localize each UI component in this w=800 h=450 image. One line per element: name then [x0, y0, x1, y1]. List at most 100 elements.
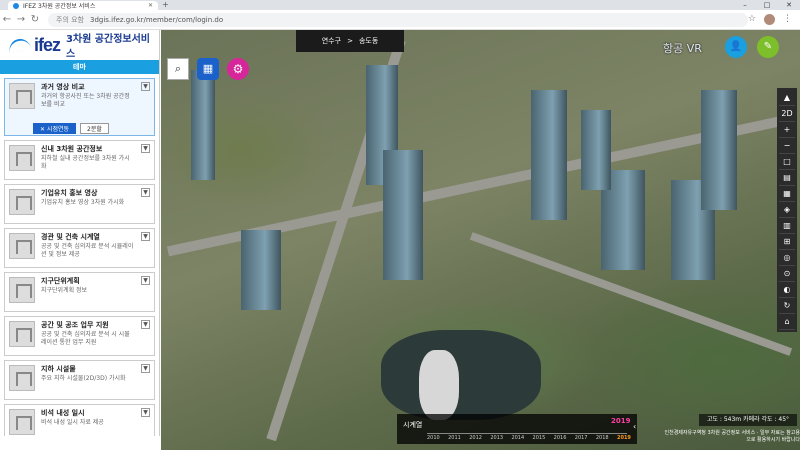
- user-icon: 👤: [729, 41, 743, 52]
- user-button[interactable]: 👤: [725, 36, 747, 58]
- timeline-year[interactable]: 2010: [427, 435, 440, 441]
- timeline-prev-icon[interactable]: ‹: [633, 422, 636, 431]
- settings-button[interactable]: ⚙: [227, 58, 249, 80]
- browser-tab[interactable]: IFEZ 3차원 공간정보 서비스 ✕: [8, 1, 158, 10]
- timeline-year[interactable]: 2015: [533, 435, 546, 441]
- theme-item[interactable]: 지하 시설물 주요 지하 시설물(2D/3D) 가시화 ▼: [4, 360, 155, 400]
- forward-icon[interactable]: →: [14, 14, 28, 25]
- capture-tool-icon[interactable]: ⊙: [779, 266, 795, 282]
- train-icon: [9, 145, 35, 171]
- theme-item-past-image-compare[interactable]: 과거 영상 비교 과거의 항공사진 또는 3차원 공간정보를 비교 ▼ ✕ 시점…: [4, 78, 155, 136]
- new-tab-icon[interactable]: +: [162, 0, 169, 9]
- site-favicon-icon: [13, 2, 19, 9]
- location-breadcrumb[interactable]: 연수구 > 송도동: [296, 30, 404, 52]
- bookmark-star-icon[interactable]: ☆: [748, 14, 756, 25]
- logo-text: ifez: [33, 34, 61, 55]
- print-icon[interactable]: ▤: [779, 170, 795, 186]
- timeline-track[interactable]: [427, 433, 627, 434]
- chart-tool-icon[interactable]: ▥: [779, 218, 795, 234]
- map-toolbar: ▲ 2D + − □ ▤ ▦ ◈ ▥ ⊞ ◎ ⊙ ◐ ↻ ⌂: [777, 88, 797, 332]
- location-separator: >: [347, 37, 353, 45]
- theme-thumbnail: [9, 83, 35, 109]
- layer-menu-button[interactable]: ▦: [197, 58, 219, 80]
- theme-item[interactable]: 신내 3차원 공간정보 지하철 실내 공간정보를 3차원 가시화 ▼: [4, 140, 155, 180]
- split-view-button[interactable]: 2분할: [80, 123, 109, 134]
- timeline-year[interactable]: 2012: [469, 435, 482, 441]
- shadow-tool-icon[interactable]: ◐: [779, 282, 795, 298]
- timeline-year[interactable]: 2011: [448, 435, 461, 441]
- layer-tool-icon[interactable]: ◈: [779, 202, 795, 218]
- chevron-down-icon[interactable]: ▼: [141, 320, 150, 329]
- grid-tool-icon[interactable]: ▦: [779, 186, 795, 202]
- home-icon[interactable]: ⌂: [779, 314, 795, 330]
- copyright-text: 인천경제자유구역청 3차원 공간정보 서비스 · 일부 자료는 참고용으로 활용…: [664, 430, 800, 443]
- timeline-label: 시계열: [403, 421, 423, 429]
- timeline-panel[interactable]: 시계열 2019 2010 2011 2012 2013 2014 2015 2…: [397, 414, 637, 444]
- measure-area-icon[interactable]: □: [779, 154, 795, 170]
- url-field[interactable]: 주의 요함 3dgis.ifez.go.kr/member/com/login.…: [48, 12, 748, 27]
- chevron-down-icon[interactable]: ▼: [141, 364, 150, 373]
- maximize-icon[interactable]: □: [756, 0, 778, 10]
- theme-item[interactable]: 경관 및 건축 시계열 공공 및 건축 심의자료 분석 시뮬레이션 및 정보 제…: [4, 228, 155, 268]
- logo[interactable]: ifez 3차원 공간정보서비스: [0, 30, 159, 60]
- theme-item-title: 비석 내성 일시: [41, 409, 85, 417]
- zoom-in-button[interactable]: +: [779, 122, 795, 138]
- theme-header: 테마: [0, 60, 159, 74]
- browser-tab-bar: IFEZ 3차원 공간정보 서비스 ✕ + – □ ✕: [0, 0, 800, 10]
- minimize-icon[interactable]: –: [734, 0, 756, 10]
- map-building: [241, 230, 281, 310]
- reload-icon[interactable]: ↻: [28, 14, 42, 25]
- aerial-vr-label[interactable]: 항공 VR: [663, 40, 702, 56]
- theme-item[interactable]: 기업유치 홍보 영상 기업유치 홍보 영상 3차원 가시화 ▼: [4, 184, 155, 224]
- url-text: 3dgis.ifez.go.kr/member/com/login.do: [90, 15, 224, 24]
- sync-view-button[interactable]: ✕ 시점연동: [33, 123, 77, 134]
- location-place: 송도동: [358, 37, 379, 45]
- pipe-icon: [9, 365, 35, 391]
- theme-item[interactable]: 비석 내성 일시 비석 내성 일시 자료 제공 ▼: [4, 404, 155, 436]
- split-tool-icon[interactable]: ⊞: [779, 234, 795, 250]
- timeline-year[interactable]: 2018: [596, 435, 609, 441]
- logo-subtitle: 3차원 공간정보서비스: [65, 34, 151, 60]
- chevron-down-icon[interactable]: ▼: [141, 408, 150, 417]
- app-area: ifez 3차원 공간정보서비스 테마 과거 영상 비교 과거의 항공사진 또는…: [0, 30, 800, 450]
- office-icon: [9, 321, 35, 347]
- theme-item-title: 지구단위계획: [41, 277, 80, 285]
- camera-status: 고도 : 543m 카메라 각도 : 45°: [699, 414, 797, 426]
- window-close-icon[interactable]: ✕: [778, 0, 800, 10]
- map-search-button[interactable]: ⌕: [167, 58, 189, 80]
- map-exhibition-building: [419, 350, 459, 420]
- map-water: [381, 330, 541, 420]
- address-bar: ← → ↻ 주의 요함 3dgis.ifez.go.kr/member/com/…: [0, 10, 800, 30]
- zoom-out-button[interactable]: −: [779, 138, 795, 154]
- chevron-down-icon[interactable]: ▼: [141, 188, 150, 197]
- target-tool-icon[interactable]: ◎: [779, 250, 795, 266]
- map-viewport[interactable]: 연수구 > 송도동 ⌕ ▦ ⚙ 항공 VR 👤 ✎ ▲ 2D + − □ ▤ ▦…: [161, 30, 800, 450]
- theme-item[interactable]: 공간 및 공조 업무 지원 공공 및 건축 심의자료 분석 시 시뮬레이션 통한…: [4, 316, 155, 356]
- building-icon: [9, 233, 35, 259]
- rotate-tool-icon[interactable]: ↻: [779, 298, 795, 314]
- map-building: [383, 150, 423, 280]
- timeline-year[interactable]: 2016: [554, 435, 567, 441]
- chevron-down-icon[interactable]: ▼: [141, 144, 150, 153]
- map-building: [191, 70, 215, 180]
- chevron-down-icon[interactable]: ▼: [141, 82, 150, 91]
- chevron-down-icon[interactable]: ▼: [141, 232, 150, 241]
- timeline-year[interactable]: 2013: [490, 435, 503, 441]
- tab-close-icon[interactable]: ✕: [148, 2, 153, 9]
- theme-item-desc: 과거의 항공사진 또는 3차원 공간정보를 비교: [41, 93, 130, 108]
- plan-icon: [9, 277, 35, 303]
- timeline-year-selected[interactable]: 2019: [617, 435, 631, 441]
- profile-avatar[interactable]: [764, 14, 775, 25]
- map-building: [581, 110, 611, 190]
- timeline-year[interactable]: 2014: [511, 435, 524, 441]
- timeline-year[interactable]: 2017: [575, 435, 588, 441]
- compass-icon[interactable]: ▲: [779, 90, 795, 106]
- edit-button[interactable]: ✎: [757, 36, 779, 58]
- theme-item[interactable]: 지구단위계획 지구단위계획 정보 ▼: [4, 272, 155, 312]
- view-2d-toggle[interactable]: 2D: [779, 106, 795, 122]
- back-icon[interactable]: ←: [0, 14, 14, 25]
- sidebar: ifez 3차원 공간정보서비스 테마 과거 영상 비교 과거의 항공사진 또는…: [0, 30, 160, 436]
- chevron-down-icon[interactable]: ▼: [141, 276, 150, 285]
- location-district: 연수구: [321, 37, 342, 45]
- menu-kebab-icon[interactable]: ⋮: [783, 14, 792, 25]
